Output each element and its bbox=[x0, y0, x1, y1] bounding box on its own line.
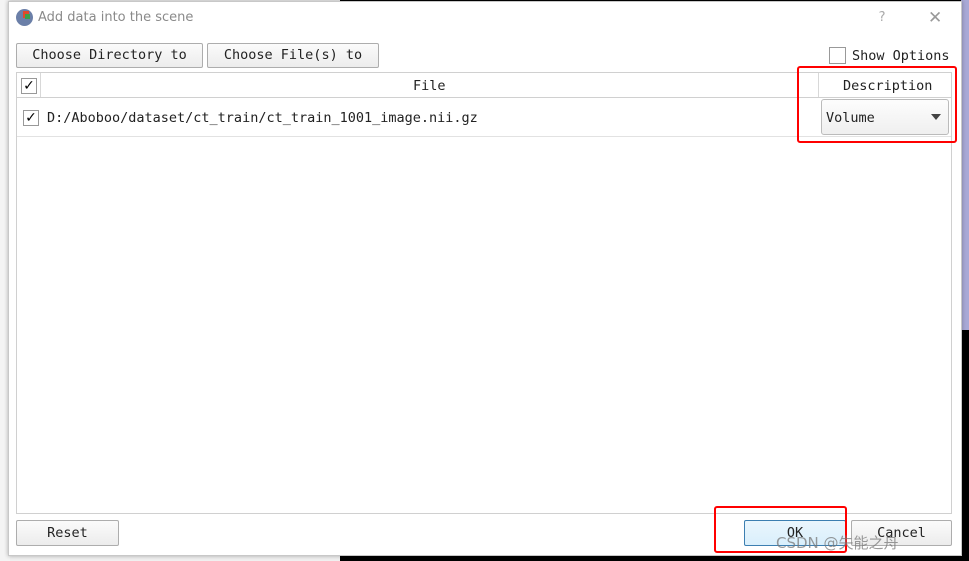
select-all-checkbox[interactable]: ✓ bbox=[21, 78, 37, 94]
show-options-checkbox[interactable] bbox=[829, 47, 846, 64]
row-checkbox[interactable]: ✓ bbox=[23, 110, 39, 126]
row-file-path: D:/Aboboo/dataset/ct_train/ct_train_1001… bbox=[47, 110, 478, 126]
help-button[interactable]: ? bbox=[878, 10, 886, 25]
show-options-label: Show Options bbox=[852, 48, 950, 64]
close-icon[interactable]: ✕ bbox=[928, 8, 942, 28]
background-viewport-dark bbox=[961, 330, 969, 561]
column-header-file[interactable]: File bbox=[413, 78, 446, 94]
dialog-title: Add data into the scene bbox=[38, 10, 194, 25]
choose-files-button[interactable]: Choose File(s) to Add bbox=[207, 43, 379, 86]
app-logo-icon bbox=[16, 9, 33, 26]
reset-button[interactable]: Reset bbox=[16, 520, 119, 546]
watermark: CSDN @失能之舟 bbox=[776, 534, 899, 552]
highlight-box-description bbox=[797, 66, 957, 143]
choose-directory-button[interactable]: Choose Directory to Add bbox=[16, 43, 203, 86]
column-divider bbox=[40, 73, 41, 97]
